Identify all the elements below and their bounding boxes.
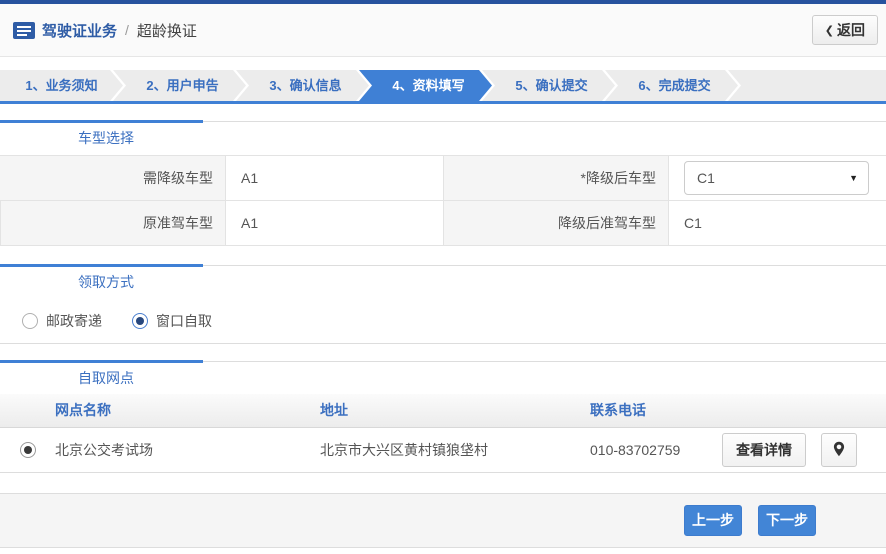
step-label: 4、资料填写 <box>392 78 464 93</box>
outlet-table-header: 网点名称 地址 联系电话 <box>0 394 886 428</box>
field-label-original-class: 原准驾车型 <box>0 201 225 246</box>
outlet-table-row: 北京公交考试场 北京市大兴区黄村镇狼垡村 010-83702759 查看详情 <box>0 428 886 473</box>
vehicle-type-form: 需降级车型 A1 *降级后车型 C1 ▼ 原准驾车型 A1 降级后准驾车型 C1 <box>0 155 886 246</box>
outlet-header-name: 网点名称 <box>55 394 320 427</box>
field-label-downgraded-class: 降级后准驾车型 <box>443 201 668 246</box>
field-value-downgrade-required: A1 <box>225 156 443 201</box>
section-title-text: 自取网点 <box>78 370 134 386</box>
section-title-pickup-outlets: 自取网点 <box>0 361 886 394</box>
pickup-option-postal[interactable]: 邮政寄递 <box>22 311 102 331</box>
step-label: 5、确认提交 <box>515 78 587 93</box>
select-dropdown-arrow-icon: ▼ <box>849 162 858 194</box>
field-label-downgrade-target: *降级后车型 <box>443 156 668 201</box>
pickup-option-window-label: 窗口自取 <box>156 311 212 331</box>
radio-selected-icon[interactable] <box>132 313 148 329</box>
next-step-button[interactable]: 下一步 <box>758 505 816 536</box>
outlet-row-radio-cell <box>0 428 55 472</box>
outlet-name: 北京公交考试场 <box>55 428 320 472</box>
outlet-phone: 010-83702759 <box>590 428 722 472</box>
step-3-confirm-info: 3、确认信息 <box>236 70 369 101</box>
field-cell-downgrade-target: C1 ▼ <box>668 156 886 201</box>
pickup-option-postal-label: 邮政寄递 <box>46 311 102 331</box>
step-5-confirm-submit: 5、确认提交 <box>482 70 615 101</box>
outlet-row-actions: 查看详情 <box>722 433 886 467</box>
step-2-user-declaration: 2、用户申告 <box>113 70 246 101</box>
breadcrumb-separator: / <box>125 22 129 38</box>
step-label: 2、用户申告 <box>146 78 218 93</box>
step-bar-filler <box>728 70 886 101</box>
radio-unselected-icon[interactable] <box>22 313 38 329</box>
outlet-header-phone: 联系电话 <box>590 394 886 427</box>
wizard-footer: 上一步 下一步 <box>0 493 886 548</box>
license-services-icon <box>13 22 35 39</box>
section-title-pickup-method: 领取方式 <box>0 265 886 298</box>
section-title-vehicle-type: 车型选择 <box>0 121 886 154</box>
step-4-fill-data-active: 4、资料填写 <box>359 70 492 101</box>
field-label-downgrade-required: 需降级车型 <box>0 156 225 201</box>
page-header: 驾驶证业务 / 超龄换证 ❮ 返回 <box>0 4 886 57</box>
back-button-label: 返回 <box>837 20 865 40</box>
outlet-row-radio-selected[interactable] <box>20 442 36 458</box>
pickup-method-options: 邮政寄递 窗口自取 <box>0 298 886 344</box>
breadcrumb-secondary: 超龄换证 <box>137 20 197 41</box>
location-pin-icon <box>833 441 845 460</box>
back-chevron-icon: ❮ <box>825 24 834 37</box>
outlet-header-spacer <box>0 394 55 427</box>
back-button[interactable]: ❮ 返回 <box>812 15 878 45</box>
step-progress-bar: 1、业务须知 2、用户申告 3、确认信息 4、资料填写 5、确认提交 6、完成提… <box>0 70 886 104</box>
outlet-address: 北京市大兴区黄村镇狼垡村 <box>320 428 590 472</box>
view-detail-button[interactable]: 查看详情 <box>722 433 806 467</box>
section-title-text: 车型选择 <box>78 130 134 146</box>
step-label: 6、完成提交 <box>638 78 710 93</box>
field-value-downgraded-class: C1 <box>668 201 886 246</box>
breadcrumb-primary: 驾驶证业务 <box>42 20 117 41</box>
step-6-complete-submit: 6、完成提交 <box>605 70 738 101</box>
step-label: 3、确认信息 <box>269 78 341 93</box>
outlet-header-address: 地址 <box>320 394 590 427</box>
pickup-option-window[interactable]: 窗口自取 <box>132 311 212 331</box>
downgrade-target-selected-value: C1 <box>697 170 715 186</box>
field-value-original-class: A1 <box>225 201 443 246</box>
previous-step-button[interactable]: 上一步 <box>684 505 742 536</box>
map-location-button[interactable] <box>821 433 857 467</box>
section-title-text: 领取方式 <box>78 274 134 290</box>
downgrade-target-select[interactable]: C1 ▼ <box>684 161 869 195</box>
step-label: 1、业务须知 <box>25 78 97 93</box>
step-1-business-notice: 1、业务须知 <box>0 70 123 101</box>
